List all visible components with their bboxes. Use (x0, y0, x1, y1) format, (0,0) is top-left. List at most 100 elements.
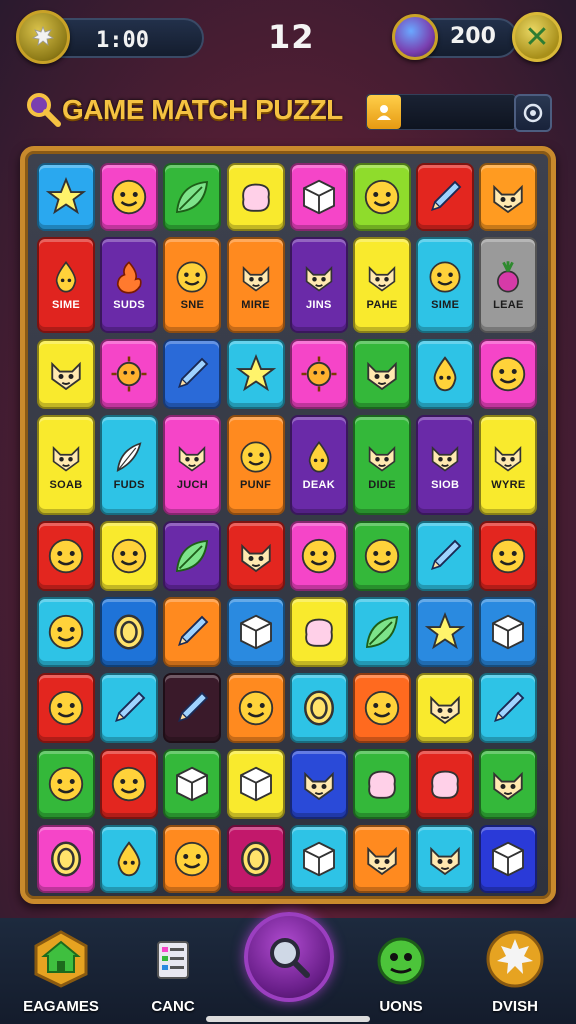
game-tile[interactable] (37, 825, 95, 893)
game-tile[interactable] (289, 163, 348, 231)
game-tile[interactable] (416, 521, 475, 591)
game-tile[interactable] (289, 597, 348, 667)
game-tile[interactable] (479, 339, 538, 409)
star-icon (46, 177, 86, 215)
game-tile[interactable] (100, 673, 159, 743)
game-tile[interactable] (353, 597, 411, 667)
game-tile[interactable]: MIRE (226, 237, 285, 333)
game-tile[interactable]: SIOB (416, 415, 475, 515)
game-tile[interactable] (37, 339, 95, 409)
timer-badge[interactable] (16, 10, 70, 64)
game-tile[interactable] (37, 749, 95, 819)
game-tile[interactable]: SIME (37, 237, 95, 333)
game-tile[interactable] (37, 673, 95, 743)
nav-item-list[interactable]: CANC (118, 918, 228, 1024)
game-tile[interactable] (226, 597, 285, 667)
game-tile[interactable] (353, 825, 411, 893)
cat-icon (430, 695, 460, 725)
cube-icon (239, 766, 272, 802)
cube-icon (492, 841, 525, 877)
game-tile[interactable] (479, 597, 538, 667)
game-tile[interactable]: DIDE (353, 415, 411, 515)
game-tile[interactable] (100, 749, 159, 819)
nav-label-bubble: DVISH (492, 998, 538, 1015)
game-tile[interactable] (163, 521, 222, 591)
game-tile[interactable] (163, 825, 222, 893)
game-tile[interactable] (416, 163, 475, 231)
game-tile[interactable]: SUDS (100, 237, 159, 333)
game-tile[interactable] (353, 339, 411, 409)
ring-icon (114, 614, 145, 650)
game-tile[interactable] (289, 825, 348, 893)
cat-icon (242, 265, 269, 292)
game-tile[interactable] (226, 825, 285, 893)
game-tile[interactable] (289, 749, 348, 819)
game-tile[interactable]: DEAK (289, 415, 348, 515)
tile-label: WYRE (491, 479, 526, 491)
profile-field[interactable] (366, 94, 516, 130)
game-tile[interactable] (226, 521, 285, 591)
pencil-icon (178, 615, 209, 646)
game-tile[interactable]: LEAE (479, 237, 538, 333)
game-tile[interactable] (163, 597, 222, 667)
game-tile[interactable] (416, 749, 475, 819)
game-tile[interactable] (353, 673, 411, 743)
game-tile[interactable]: JINS (289, 237, 348, 333)
tile-label: SIOB (431, 479, 460, 491)
game-tile[interactable]: FUDS (100, 415, 159, 515)
game-tile[interactable] (37, 597, 95, 667)
game-tile[interactable]: PAHE (353, 237, 411, 333)
game-tile[interactable] (100, 521, 159, 591)
game-tile[interactable] (226, 673, 285, 743)
game-tile[interactable] (163, 163, 222, 231)
game-tile[interactable] (479, 163, 538, 231)
game-tile[interactable] (289, 673, 348, 743)
search-button[interactable] (244, 912, 334, 1002)
game-tile[interactable] (100, 339, 159, 409)
pencil-icon (178, 357, 209, 388)
game-tile[interactable]: SIME (416, 237, 475, 333)
game-tile[interactable] (37, 521, 95, 591)
nav-item-monster[interactable]: UONS (346, 918, 456, 1024)
game-tile[interactable] (353, 749, 411, 819)
game-tile[interactable] (226, 749, 285, 819)
game-tile[interactable] (479, 521, 538, 591)
game-tile[interactable] (416, 339, 475, 409)
game-tile[interactable] (416, 673, 475, 743)
nav-item-home[interactable]: EAGAMES (6, 918, 116, 1024)
game-tile[interactable]: JUCH (163, 415, 222, 515)
game-tile[interactable] (226, 163, 285, 231)
cat-icon (52, 445, 80, 472)
settings-button[interactable] (514, 94, 552, 132)
close-button[interactable]: ✕ (512, 12, 562, 62)
game-tile[interactable] (353, 163, 411, 231)
face-icon (176, 261, 208, 293)
game-tile[interactable] (416, 825, 475, 893)
game-tile[interactable]: SNE (163, 237, 222, 333)
game-tile[interactable] (479, 825, 538, 893)
game-tile[interactable] (289, 521, 348, 591)
nav-label-list: CANC (151, 998, 195, 1015)
game-tile[interactable] (163, 339, 222, 409)
game-tile[interactable] (479, 749, 538, 819)
game-tile[interactable]: PUNF (226, 415, 285, 515)
game-title: GAME MATCH PUZZL (62, 94, 343, 125)
game-tile[interactable] (100, 597, 159, 667)
home-icon (30, 928, 92, 990)
face-icon (48, 766, 84, 802)
game-tile[interactable] (163, 673, 222, 743)
game-tile[interactable] (163, 749, 222, 819)
game-tile[interactable] (479, 673, 538, 743)
nav-item-bubble[interactable]: DVISH (460, 918, 570, 1024)
globe-coin-icon (392, 14, 438, 60)
game-tile[interactable] (353, 521, 411, 591)
game-tile[interactable] (416, 597, 475, 667)
game-tile[interactable] (100, 825, 159, 893)
game-tile[interactable]: SOAB (37, 415, 95, 515)
game-tile[interactable] (226, 339, 285, 409)
game-tile[interactable] (100, 163, 159, 231)
game-tile[interactable] (37, 163, 95, 231)
game-tile[interactable] (289, 339, 348, 409)
game-tile[interactable]: WYRE (479, 415, 538, 515)
tile-label: PAHE (366, 299, 398, 311)
